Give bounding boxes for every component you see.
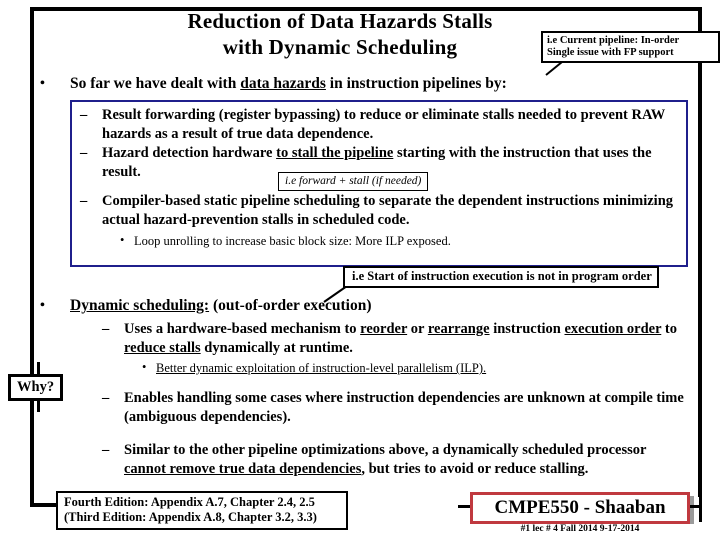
dash-bullet-icon: – — [102, 321, 110, 337]
bullet-dot-icon: • — [120, 233, 125, 247]
dynamic-item-reorder-p4: to — [661, 321, 677, 337]
bullet-dynamic-scheduling: • Dynamic scheduling: (out-of-order exec… — [40, 296, 690, 315]
technique-hazard-detection-pre: Hazard detection hardware — [102, 145, 277, 161]
technique-compiler-scheduling-text: Compiler-based static pipeline schedulin… — [102, 193, 674, 228]
dynamic-item-reorder-u4: reduce stalls — [124, 339, 201, 356]
slide-title-line-2: with Dynamic Scheduling — [222, 35, 458, 59]
technique-hazard-detection-emphasis: to stall the pipeline — [276, 145, 394, 161]
dynamic-item-reorder: – Uses a hardware-based mechanism to reo… — [100, 320, 690, 357]
dynamic-item-ambiguous-deps: – Enables handling some cases where inst… — [100, 389, 690, 426]
bullet-data-hazards-pre: So far we have dealt with — [70, 75, 241, 92]
callout-out-of-order-start: i.e Start of instruction execution is no… — [343, 266, 659, 288]
dash-bullet-icon: – — [80, 107, 88, 123]
textbook-reference-box: Fourth Edition: Appendix A.7, Chapter 2.… — [56, 491, 348, 530]
dynamic-item-true-dependencies-p1: Similar to the other pipeline optimizati… — [124, 442, 647, 458]
dash-bullet-icon: – — [102, 390, 110, 406]
bullet-dot-icon: • — [40, 76, 45, 91]
technique-compiler-scheduling: – Compiler-based static pipeline schedul… — [78, 192, 680, 229]
dynamic-item-reorder-u3: execution order — [564, 321, 662, 337]
textbook-reference-line-1: Fourth Edition: Appendix A.7, Chapter 2.… — [64, 495, 315, 509]
textbook-reference-line-2: (Third Edition: Appendix A.8, Chapter 3.… — [64, 510, 317, 524]
dynamic-item-reorder-p3: instruction — [489, 321, 565, 337]
dynamic-item-ambiguous-deps-text: Enables handling some cases where instru… — [124, 390, 684, 425]
slide-canvas: Reduction of Data Hazards Stalls with Dy… — [0, 0, 720, 540]
technique-result-forwarding: – Result forwarding (register bypassing)… — [78, 106, 680, 143]
sub-bullet-better-ilp: • Better dynamic exploitation of instruc… — [100, 360, 690, 376]
dash-bullet-icon: – — [80, 193, 88, 209]
slide-frame-left-border — [30, 7, 34, 507]
sub-bullet-better-ilp-text: Better dynamic exploitation of instructi… — [156, 361, 487, 375]
slide-frame-right-border — [698, 7, 702, 497]
brand-bracket-right — [699, 489, 702, 522]
dash-bullet-icon: – — [80, 145, 88, 161]
bullet-data-hazards: • So far we have dealt with data hazards… — [40, 74, 690, 93]
why-annotation-box: Why? — [8, 374, 64, 401]
dynamic-item-reorder-p5: dynamically at runtime. — [200, 339, 353, 356]
bullet-dot-icon: • — [142, 360, 147, 374]
dynamic-item-true-dependencies: – Similar to the other pipeline optimiza… — [100, 441, 690, 478]
callout-current-pipeline-line-1: i.e Current pipeline: In-order — [547, 35, 680, 46]
dynamic-item-reorder-p1: Uses a hardware-based mechanism to — [124, 321, 361, 337]
callout-top-pointer-icon — [545, 62, 563, 76]
note-forward-plus-stall: i.e forward + stall (if needed) — [278, 172, 429, 191]
bullet-dot-icon: • — [40, 298, 45, 313]
course-brand-box: CMPE550 - Shaaban — [470, 492, 690, 524]
dynamic-item-reorder-u2: rearrange — [427, 321, 490, 337]
dynamic-item-true-dependencies-u1: cannot remove true data dependencies — [124, 460, 362, 477]
slide-title-line-1: Reduction of Data Hazards Stalls — [187, 9, 493, 33]
sub-bullet-loop-unrolling: • Loop unrolling to increase basic block… — [78, 233, 680, 249]
slide-title: Reduction of Data Hazards Stalls with Dy… — [120, 8, 560, 60]
bullet-data-hazards-emphasis: data hazards — [240, 75, 326, 92]
dynamic-item-true-dependencies-p2: , but tries to avoid or reduce stalling. — [361, 460, 589, 477]
technique-result-forwarding-text: Result forwarding (register bypassing) t… — [102, 107, 666, 142]
bullet-data-hazards-post: in instruction pipelines by: — [325, 75, 507, 92]
sub-bullet-loop-unrolling-text: Loop unrolling to increase basic block s… — [134, 234, 451, 248]
dynamic-item-reorder-p2: or — [407, 321, 428, 337]
callout-current-pipeline: i.e Current pipeline: In-order Single is… — [541, 31, 720, 63]
callout-current-pipeline-line-2: Single issue with FP support — [547, 47, 674, 58]
dynamic-item-reorder-u1: reorder — [360, 321, 408, 337]
dynamic-scheduling-details: – Uses a hardware-based mechanism to reo… — [100, 320, 690, 479]
bullet-dynamic-scheduling-emphasis: Dynamic scheduling: — [70, 297, 210, 314]
dash-bullet-icon: – — [102, 442, 110, 458]
slide-footer-note: #1 lec # 4 Fall 2014 9-17-2014 — [520, 524, 640, 534]
